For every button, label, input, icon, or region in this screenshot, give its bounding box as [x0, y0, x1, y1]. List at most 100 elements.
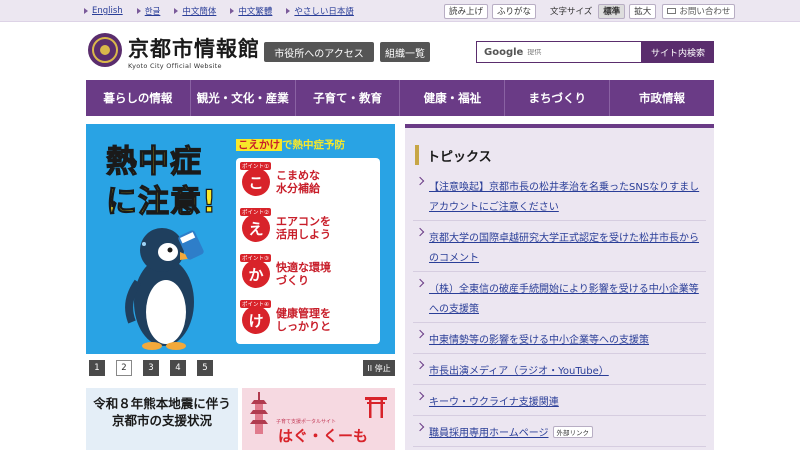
topic-item: 市長出演メディア（ラジオ・YouTube）	[413, 354, 706, 385]
point-circle: こ	[242, 168, 270, 196]
google-logo: Google	[484, 46, 524, 58]
topics-panel: トピックス 【注意喚起】京都市長の松井孝治を名乗ったSNSなりすましアカウントに…	[405, 124, 714, 450]
banner-points: ポイント① こ こまめな 水分補給 ポイント② え エアコンを 活用しよう ポイ…	[236, 158, 380, 344]
triangle-icon	[136, 8, 141, 14]
city-emblem-icon[interactable]	[88, 33, 122, 67]
topic-link[interactable]: キーウ・ウクライナ支援関連	[429, 397, 559, 408]
emblem-core	[100, 45, 110, 55]
lang-link-easy-japanese[interactable]: やさしい日本語	[286, 5, 354, 17]
mail-icon	[667, 8, 677, 14]
childcare-portal-banner[interactable]: 子育て支援ポータルサイト はぐ・くーも	[242, 388, 395, 450]
site-header: 京都市情報館 Kyoto City Official Website 市役所への…	[0, 23, 800, 79]
triangle-icon	[84, 8, 88, 14]
triangle-icon	[286, 8, 291, 14]
topic-item: キーウ・ウクライナ支援関連	[413, 385, 706, 416]
point-text: エアコンを 活用しよう	[276, 215, 331, 241]
chevron-right-icon	[415, 360, 425, 370]
chevron-right-icon	[415, 278, 425, 288]
heatstroke-banner[interactable]: 熱中症 に注意! こえかけ で熱中症予防 ポイント① こ こまめな 水分補給 ポイ…	[86, 124, 395, 354]
triangle-icon	[230, 8, 235, 14]
topic-list: 【注意喚起】京都市長の松井孝治を名乗ったSNSなりすましアカウントにご注意くださ…	[413, 170, 706, 447]
nav-item-health-welfare[interactable]: 健康・福祉	[400, 80, 506, 116]
topics-title: トピックス	[427, 149, 492, 165]
topic-link[interactable]: （株）全東信の破産手続開始により影響を受ける中小企業等への支援策	[429, 284, 699, 315]
lang-link-simplified-chinese[interactable]: 中文簡体	[174, 5, 216, 17]
contact-button[interactable]: お問い合わせ	[662, 3, 736, 19]
external-link-badge: 外部リンク	[552, 426, 593, 438]
slide-page-button[interactable]: 3	[143, 360, 159, 376]
language-links: English 한글 中文簡体 中文繁體 やさしい日本語	[84, 0, 368, 22]
site-search-button[interactable]: サイト内検索	[642, 41, 714, 63]
topic-link[interactable]: 中東情勢等の影響を受ける中小企業等への支援策	[429, 335, 649, 346]
font-large-button[interactable]: 拡大	[629, 3, 657, 19]
torii-icon	[365, 397, 387, 418]
topic-link[interactable]: 京都大学の国際卓越研究大学正式認定を受けた松井市長からのコメント	[429, 233, 699, 264]
nav-item-living[interactable]: 暮らしの情報	[86, 80, 191, 116]
banner-point: ポイント④ け 健康管理を しっかりと	[240, 300, 378, 342]
banner-point: ポイント② え エアコンを 活用しよう	[240, 208, 378, 250]
banner-title-line2: に注意!	[105, 183, 218, 220]
triangle-icon	[174, 8, 179, 14]
topic-item: 職員採用専用ホームページ 外部リンク	[413, 416, 706, 447]
read-aloud-button[interactable]: 読み上げ	[444, 3, 489, 19]
lang-label: 中文繁體	[238, 7, 273, 17]
slide-page-button[interactable]: 4	[170, 360, 186, 376]
utility-bar: English 한글 中文簡体 中文繁體 やさしい日本語 読み上げ ふりがな 文…	[0, 0, 800, 22]
banner-point: ポイント① こ こまめな 水分補給	[240, 162, 378, 204]
lang-link-korean[interactable]: 한글	[136, 5, 161, 17]
penguin-illustration	[125, 228, 204, 350]
point-text: こまめな 水分補給	[276, 169, 320, 195]
topic-link[interactable]: 【注意喚起】京都市長の松井孝治を名乗ったSNSなりすましアカウントにご注意くださ…	[429, 182, 699, 213]
topic-link[interactable]: 職員採用専用ホームページ	[429, 428, 549, 439]
nav-item-city-government[interactable]: 市政情報	[610, 80, 714, 116]
organization-list-button[interactable]: 組織一覧	[380, 42, 430, 62]
chevron-right-icon	[415, 176, 425, 186]
portal-label: 子育て支援ポータルサイト	[276, 419, 337, 425]
topic-item: 京都大学の国際卓越研究大学正式認定を受けた松井市長からのコメント	[413, 221, 706, 272]
lang-label: 中文簡体	[182, 7, 217, 17]
slide-page-button[interactable]: 1	[89, 360, 105, 376]
chevron-right-icon	[415, 422, 425, 432]
chevron-right-icon	[415, 227, 425, 237]
campaign-prefix: こえかけ	[236, 139, 282, 151]
pagoda-icon	[250, 392, 268, 434]
kumamoto-support-banner[interactable]: 令和８年熊本地震に伴う 京都市の支援状況	[86, 388, 238, 450]
nav-item-city-planning[interactable]: まちづくり	[505, 80, 611, 116]
slide-page-button[interactable]: 5	[197, 360, 213, 376]
city-hall-access-button[interactable]: 市役所へのアクセス	[264, 42, 374, 62]
slide-page-button-active[interactable]: 2	[116, 360, 132, 376]
point-text: 快適な環境 づくり	[276, 261, 331, 287]
search-box[interactable]: Google	[476, 41, 642, 63]
point-text: 健康管理を しっかりと	[276, 307, 331, 333]
campaign-suffix: で熱中症予防	[282, 139, 345, 151]
nav-item-childcare-education[interactable]: 子育て・教育	[296, 80, 401, 116]
furigana-button[interactable]: ふりがな	[492, 3, 537, 19]
point-circle: か	[242, 260, 270, 288]
font-size-label: 文字サイズ	[550, 7, 593, 17]
lang-link-traditional-chinese[interactable]: 中文繁體	[230, 5, 272, 17]
contact-label: お問い合わせ	[679, 7, 731, 17]
banner-campaign: こえかけ で熱中症予防	[236, 137, 345, 152]
site-title[interactable]: 京都市情報館	[128, 33, 260, 63]
topic-item: （株）全東信の破産手続開始により影響を受ける中小企業等への支援策	[413, 272, 706, 323]
lang-label: 한글	[144, 7, 161, 17]
lang-link-english[interactable]: English	[84, 6, 123, 16]
chevron-right-icon	[415, 391, 425, 401]
banner-point: ポイント③ か 快適な環境 づくり	[240, 254, 378, 296]
banner-title-line1: 熱中症	[105, 143, 202, 180]
point-circle: え	[242, 214, 270, 242]
slider-pause-button[interactable]: II 停止	[363, 360, 395, 376]
kumamoto-support-text: 令和８年熊本地震に伴う 京都市の支援状況	[93, 396, 231, 428]
lang-label: English	[92, 6, 123, 16]
slider-controls: 1 2 3 4 5 II 停止	[86, 359, 395, 377]
search-input[interactable]	[527, 48, 628, 56]
main-navigation: 暮らしの情報 観光・文化・産業 子育て・教育 健康・福祉 まちづくり 市政情報	[86, 80, 714, 116]
portal-name: はぐ・くーも	[278, 427, 369, 445]
nav-item-tourism-culture-industry[interactable]: 観光・文化・産業	[191, 80, 296, 116]
topics-header: トピックス	[415, 144, 492, 166]
heading-accent-bar	[415, 145, 419, 165]
font-standard-button[interactable]: 標準	[598, 3, 626, 19]
topic-item: 【注意喚起】京都市長の松井孝治を名乗ったSNSなりすましアカウントにご注意くださ…	[413, 170, 706, 221]
topic-link[interactable]: 市長出演メディア（ラジオ・YouTube）	[429, 366, 609, 377]
lang-label: やさしい日本語	[294, 7, 354, 17]
